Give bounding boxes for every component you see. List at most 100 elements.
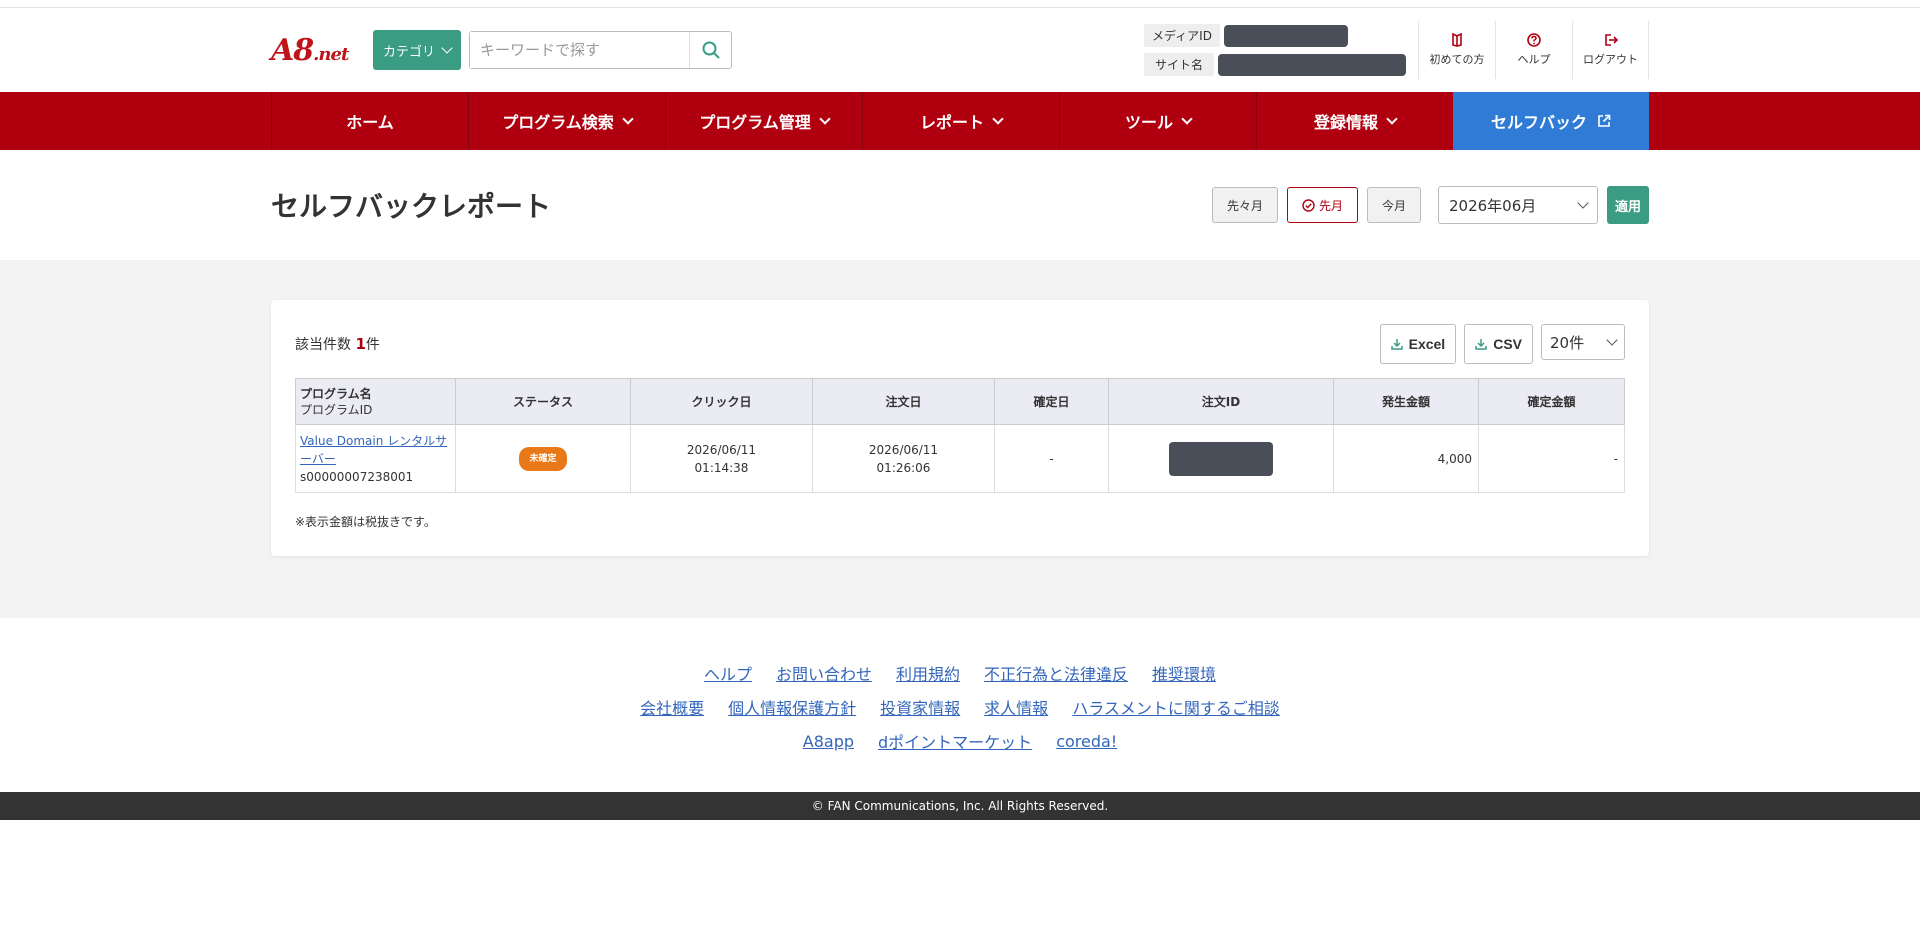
- nav-home-label: ホーム: [346, 113, 394, 132]
- footer-link-contact[interactable]: お問い合わせ: [776, 661, 872, 685]
- footer-link-environment[interactable]: 推奨環境: [1152, 661, 1216, 685]
- last-month-button[interactable]: 先月: [1286, 187, 1358, 223]
- nav-report-label: レポート: [919, 113, 984, 132]
- nav-registration-label: 登録情報: [1313, 113, 1378, 132]
- count-value: 1: [355, 335, 366, 353]
- order-date-cell: 2026/06/11 01:26:06: [812, 424, 995, 493]
- search-box: [469, 31, 733, 69]
- count-unit: 件: [365, 337, 380, 353]
- order-id-redacted: [1169, 441, 1273, 476]
- footer-link-privacy[interactable]: 個人情報保護方針: [728, 695, 856, 719]
- footer-links: ヘルプ お問い合わせ 利用規約 不正行為と法律違反 推奨環境 会社概要 個人情報…: [0, 618, 1920, 792]
- order-date: 2026/06/11: [868, 442, 939, 457]
- program-name-link[interactable]: Value Domain レンタルサーバー: [300, 432, 451, 468]
- table-row: Value Domain レンタルサーバー s00000007238001 未確…: [295, 424, 1625, 493]
- click-date-cell: 2026/06/11 01:14:38: [630, 424, 813, 493]
- nav-program-management[interactable]: プログラム管理: [665, 92, 862, 150]
- report-toolbar: 該当件数 1件 Excel CSV 20件: [295, 324, 1625, 364]
- col-program: プログラム名 プログラムID: [295, 378, 456, 425]
- this-month-button[interactable]: 今月: [1366, 187, 1421, 223]
- footer-link-coreda[interactable]: coreda!: [1056, 732, 1117, 751]
- logout-label: ログアウト: [1583, 53, 1638, 66]
- col-amount: 発生金額: [1333, 378, 1479, 425]
- footer-link-investors[interactable]: 投資家情報: [880, 695, 960, 719]
- nav-program-search[interactable]: プログラム検索: [468, 92, 665, 150]
- page-title: セルフバックレポート: [271, 190, 552, 223]
- col-click-date: クリック日: [630, 378, 813, 425]
- header-right: メディアID サイト名 初めての方 ヘルプ ログアウト: [1144, 8, 1649, 92]
- main-content: 該当件数 1件 Excel CSV 20件 プログラム名 プログラムID ステー…: [0, 260, 1920, 618]
- footer-link-careers[interactable]: 求人情報: [984, 695, 1048, 719]
- footer-row-3: A8app dポイントマーケット coreda!: [0, 724, 1920, 758]
- title-bar: セルフバックレポート 先々月 先月 今月 2026年06月 適用: [0, 150, 1920, 260]
- search-button[interactable]: [689, 32, 731, 68]
- footer-link-fraud[interactable]: 不正行為と法律違反: [984, 661, 1128, 685]
- two-months-ago-button[interactable]: 先々月: [1211, 187, 1278, 223]
- logout-link[interactable]: ログアウト: [1572, 21, 1649, 79]
- chevron-down-icon: [441, 42, 453, 54]
- a8-logo[interactable]: A8.net: [271, 30, 357, 70]
- site-name-label: サイト名: [1144, 53, 1214, 76]
- logout-icon: [1604, 34, 1618, 46]
- nav-selfback[interactable]: セルフバック: [1453, 92, 1649, 150]
- footer-link-company[interactable]: 会社概要: [640, 695, 704, 719]
- col-confirm-date: 確定日: [994, 378, 1109, 425]
- report-card: 該当件数 1件 Excel CSV 20件 プログラム名 プログラムID ステー…: [271, 300, 1649, 556]
- nav-report[interactable]: レポート: [862, 92, 1059, 150]
- program-cell: Value Domain レンタルサーバー s00000007238001: [295, 424, 456, 493]
- table-header-row: プログラム名 プログラムID ステータス クリック日 注文日 確定日 注文ID …: [295, 378, 1625, 425]
- csv-label: CSV: [1493, 336, 1522, 352]
- top-border: [0, 0, 1920, 8]
- footer-link-help[interactable]: ヘルプ: [704, 661, 752, 685]
- site-header: A8.net カテゴリ メディアID サイト名: [0, 8, 1920, 92]
- excel-download-button[interactable]: Excel: [1379, 324, 1457, 364]
- col-confirm-amount: 確定金額: [1478, 378, 1625, 425]
- download-icon: [1475, 339, 1487, 350]
- footer-link-harassment[interactable]: ハラスメントに関するご相談: [1072, 695, 1280, 719]
- amount-cell: 4,000: [1333, 424, 1479, 493]
- footer-link-dpoint[interactable]: dポイントマーケット: [878, 729, 1032, 753]
- program-id: s00000007238001: [300, 469, 414, 484]
- beginner-label: 初めての方: [1429, 53, 1485, 66]
- month-select[interactable]: 2026年06月: [1437, 186, 1598, 224]
- nav-tools-label: ツール: [1124, 113, 1173, 132]
- search-input[interactable]: [470, 32, 690, 68]
- nav-tools[interactable]: ツール: [1059, 92, 1256, 150]
- copyright: © FAN Communications, Inc. All Rights Re…: [0, 792, 1920, 820]
- help-link[interactable]: ヘルプ: [1495, 21, 1572, 79]
- click-date: 2026/06/11: [686, 442, 757, 457]
- check-circle-icon: [1302, 198, 1315, 212]
- chevron-down-icon: [819, 113, 831, 125]
- excel-label: Excel: [1408, 336, 1446, 352]
- col-order-id: 注文ID: [1108, 378, 1334, 425]
- status-badge: 未確定: [519, 446, 567, 471]
- chevron-down-icon: [1577, 197, 1589, 209]
- apply-button[interactable]: 適用: [1606, 186, 1649, 224]
- nav-program-search-label: プログラム検索: [502, 113, 614, 132]
- chevron-down-icon: [1181, 113, 1193, 125]
- count-label: 該当件数: [295, 337, 351, 353]
- nav-selfback-label: セルフバック: [1490, 113, 1587, 132]
- media-id-row: メディアID: [1144, 24, 1406, 47]
- order-time: 01:26:06: [876, 460, 931, 475]
- site-name-row: サイト名: [1144, 53, 1406, 76]
- footer-link-a8app[interactable]: A8app: [803, 732, 854, 751]
- click-time: 01:14:38: [694, 460, 749, 475]
- confirm-amount-cell: -: [1478, 424, 1625, 493]
- month-value: 2026年06月: [1448, 196, 1537, 215]
- per-page-select[interactable]: 20件: [1541, 324, 1625, 360]
- col-status: ステータス: [455, 378, 631, 425]
- footer-row-2: 会社概要 個人情報保護方針 投資家情報 求人情報 ハラスメントに関するご相談: [0, 690, 1920, 724]
- nav-registration[interactable]: 登録情報: [1256, 92, 1453, 150]
- main-nav: ホーム プログラム検索 プログラム管理 レポート ツール 登録情報 セルフバック: [0, 92, 1920, 150]
- nav-home[interactable]: ホーム: [271, 92, 468, 150]
- confirm-date-cell: -: [994, 424, 1109, 493]
- chevron-down-icon: [622, 113, 634, 125]
- csv-download-button[interactable]: CSV: [1464, 324, 1533, 364]
- beginner-link[interactable]: 初めての方: [1418, 21, 1495, 79]
- chevron-down-icon: [992, 113, 1004, 125]
- help-label: ヘルプ: [1517, 53, 1551, 66]
- category-button[interactable]: カテゴリ: [373, 30, 462, 70]
- book-icon: [1452, 33, 1462, 47]
- footer-link-terms[interactable]: 利用規約: [896, 661, 960, 685]
